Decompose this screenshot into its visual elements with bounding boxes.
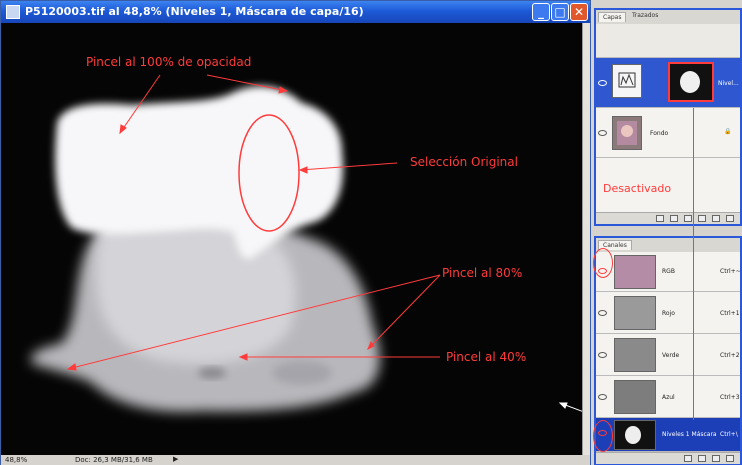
screen: P5120003.tif al 48,8% (Niveles 1, Máscar… — [0, 0, 742, 465]
channel-name-rgb: RGB — [662, 268, 675, 275]
annotation-brush-100: Pincel al 100% de opacidad — [86, 55, 252, 69]
layer-mask-thumb[interactable] — [668, 62, 714, 102]
channel-row-red[interactable]: Rojo Ctrl+1 — [596, 292, 740, 334]
annotation-disabled: Desactivado — [603, 182, 672, 195]
mask-channel-thumb — [614, 420, 656, 450]
status-menu-icon[interactable]: ▶ — [173, 455, 178, 463]
document-window: P5120003.tif al 48,8% (Niveles 1, Máscar… — [0, 0, 591, 465]
background-thumb — [612, 116, 642, 150]
eye-icon[interactable] — [598, 130, 607, 136]
mask-image — [31, 74, 582, 412]
mask-eye-highlight-circle — [593, 420, 613, 452]
status-bar: 48,8% Doc: 26,3 MB/31,6 MB ▶ — [1, 455, 590, 465]
close-button[interactable]: ✕ — [570, 3, 588, 21]
eye-icon[interactable] — [598, 352, 607, 358]
save-selection-icon[interactable] — [698, 455, 706, 462]
trash-icon[interactable] — [726, 215, 734, 222]
layer-row-background[interactable]: Fondo 🔒 — [596, 108, 740, 158]
layers-options-bar — [596, 24, 740, 58]
layers-palette-tabs: Capas Trazados — [596, 10, 740, 24]
maximize-button[interactable]: □ — [551, 3, 569, 21]
channel-row-rgb[interactable]: RGB Ctrl+~ — [596, 252, 741, 292]
image-canvas[interactable]: Pincel al 100% de opacidad Selección Ori… — [2, 23, 582, 455]
zoom-level[interactable]: 48,8% — [5, 456, 27, 464]
minimize-button[interactable]: _ — [532, 3, 550, 21]
channel-shortcut-red: Ctrl+1 — [720, 310, 740, 317]
red-thumb — [614, 296, 656, 330]
trash-icon[interactable] — [726, 455, 734, 462]
layer-name-levels: Nivel... — [718, 80, 739, 87]
eye-icon[interactable] — [598, 310, 607, 316]
adjustment-icon[interactable] — [698, 215, 706, 222]
rgb-thumb — [614, 255, 656, 289]
channel-row-green[interactable]: Verde Ctrl+2 — [596, 334, 740, 376]
channel-shortcut-mask: Ctrl+\ — [720, 431, 738, 438]
green-thumb — [614, 338, 656, 372]
eye-icon[interactable] — [598, 80, 607, 86]
eye-icon[interactable] — [598, 394, 607, 400]
tab-layers[interactable]: Capas — [598, 12, 627, 22]
blue-thumb — [614, 380, 656, 414]
channels-palette-footer — [596, 452, 740, 464]
levels-adjustment-thumb — [612, 64, 642, 98]
style-icon[interactable] — [670, 215, 678, 222]
channel-shortcut-green: Ctrl+2 — [720, 352, 740, 359]
vertical-scrollbar[interactable] — [582, 23, 590, 455]
channel-row-mask[interactable]: Niveles 1 Máscara Ctrl+\ — [596, 418, 740, 452]
channel-name-mask: Niveles 1 Máscara — [662, 431, 717, 438]
new-layer-icon[interactable] — [712, 215, 720, 222]
link-icon[interactable] — [656, 215, 664, 222]
channel-name-red: Rojo — [662, 310, 675, 317]
mask-icon[interactable] — [684, 215, 692, 222]
photoshop-doc-icon — [6, 5, 20, 19]
channel-name-blue: Azul — [662, 394, 675, 401]
annotation-connector-line — [693, 108, 694, 420]
channel-shortcut-blue: Ctrl+3 — [720, 394, 740, 401]
load-selection-icon[interactable] — [684, 455, 692, 462]
annotation-selection: Selección Original — [410, 155, 518, 169]
tab-paths[interactable]: Trazados — [632, 12, 658, 19]
disabled-highlight-circle — [593, 248, 613, 278]
layers-palette-footer — [596, 212, 740, 224]
channels-palette: Canales RGB Ctrl+~ Rojo Ctrl+1 Verde Ctr… — [594, 236, 742, 465]
channel-row-blue[interactable]: Azul Ctrl+3 — [596, 376, 740, 418]
layer-row-levels[interactable]: Nivel... — [596, 58, 740, 108]
window-title: P5120003.tif al 48,8% (Niveles 1, Máscar… — [25, 5, 364, 18]
channel-shortcut-rgb: Ctrl+~ — [720, 268, 741, 275]
lock-icon: 🔒 — [724, 128, 732, 135]
channel-name-green: Verde — [662, 352, 680, 359]
title-bar[interactable]: P5120003.tif al 48,8% (Niveles 1, Máscar… — [1, 1, 590, 23]
new-channel-icon[interactable] — [712, 455, 720, 462]
annotation-brush-80: Pincel al 80% — [442, 266, 523, 280]
doc-size: Doc: 26,3 MB/31,6 MB — [75, 456, 153, 464]
channels-palette-tabs: Canales — [596, 238, 740, 252]
layer-name-background: Fondo — [650, 130, 669, 137]
annotation-brush-40: Pincel al 40% — [446, 350, 527, 364]
